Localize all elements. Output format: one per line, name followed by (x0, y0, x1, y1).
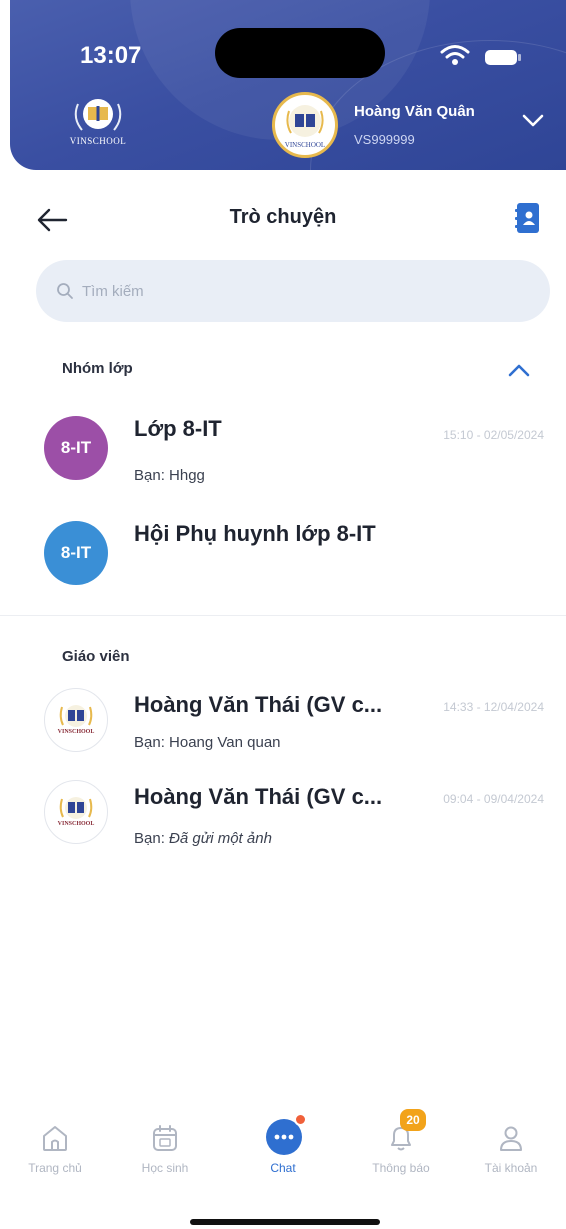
calendar-icon (153, 1125, 177, 1151)
home-icon (43, 1126, 67, 1151)
status-time: 13:07 (80, 42, 142, 69)
wifi-icon (440, 45, 470, 65)
bottom-tab-bar: Trang chủ Học sinh Chat 20 Thông báo Tài… (0, 1105, 566, 1229)
chat-name: Lớp 8-IT (134, 416, 222, 441)
chat-item-teacher[interactable]: VINSCHOOL Hoàng Văn Thái (GV c... 14:33 … (0, 680, 566, 772)
tab-label: Học sinh (141, 1161, 189, 1175)
dynamic-island (215, 28, 385, 78)
home-indicator (190, 1219, 380, 1225)
chat-name: Hoàng Văn Thái (GV c... (134, 784, 383, 809)
chat-name: Hội Phụ huynh lớp 8-IT (134, 521, 376, 546)
teacher-avatar: VINSCHOOL (44, 688, 108, 752)
school-crest-icon (74, 99, 122, 131)
preview-text: Đã gửi một ảnh (169, 830, 272, 847)
tab-label: Trang chủ (28, 1161, 82, 1175)
page-title: Trò chuyện (229, 206, 337, 228)
school-crest-icon: VINSCHOOL (58, 797, 95, 827)
user-code: VS999999 (354, 132, 415, 147)
teacher-avatar: VINSCHOOL (44, 780, 108, 844)
chat-item-class-8it[interactable]: 8-IT Lớp 8-IT 15:10 - 02/05/2024 Bạn: Hh… (0, 410, 566, 502)
tab-chat[interactable]: Chat (238, 1113, 328, 1215)
school-logo: VINSCHOOL (58, 92, 138, 154)
teacher-avatar-text: VINSCHOOL (58, 821, 95, 827)
search-bar[interactable] (36, 260, 550, 322)
teacher-avatar-text: VINSCHOOL (58, 729, 95, 735)
unread-dot (294, 1113, 307, 1126)
tab-label: Thông báo (372, 1161, 430, 1175)
chat-time: 15:10 - 02/05/2024 (443, 428, 544, 442)
app-header: 13:07 VINSCHOOL VINSCHOOL Hoàng Văn Quân… (10, 0, 566, 170)
search-icon (57, 283, 73, 299)
chat-time: 14:33 - 12/04/2024 (443, 700, 544, 714)
chat-item-teacher[interactable]: VINSCHOOL Hoàng Văn Thái (GV c... 09:04 … (0, 772, 566, 864)
preview-prefix: Bạn: (134, 830, 165, 847)
chevron-up-icon[interactable] (508, 363, 530, 377)
chat-time: 09:04 - 09/04/2024 (443, 792, 544, 806)
user-name: Hoàng Văn Quân (354, 103, 475, 120)
section-title-teachers: Giáo viên (62, 648, 130, 665)
preview-prefix: Bạn: (134, 467, 165, 484)
chat-preview: Bạn: Hoang Van quan (134, 734, 281, 751)
group-avatar: 8-IT (44, 416, 108, 480)
tab-home[interactable]: Trang chủ (10, 1115, 100, 1215)
contacts-book-icon[interactable] (515, 202, 541, 234)
tab-notifications[interactable]: 20 Thông báo (356, 1109, 446, 1215)
preview-prefix: Bạn: (134, 734, 165, 751)
preview-text: Hoang Van quan (169, 734, 281, 751)
notification-badge: 20 (400, 1109, 426, 1131)
section-divider (0, 615, 566, 616)
user-icon (500, 1126, 522, 1151)
battery-icon (485, 50, 521, 65)
tab-students[interactable]: Học sinh (120, 1115, 210, 1215)
chevron-down-icon[interactable] (522, 114, 544, 128)
school-logo-text: VINSCHOOL (69, 136, 127, 146)
avatar-school-text: VINSCHOOL (284, 141, 326, 149)
chat-preview: Bạn: Đã gửi một ảnh (134, 830, 272, 847)
tab-account[interactable]: Tài khoản (466, 1115, 556, 1215)
tab-label: Chat (270, 1161, 296, 1175)
search-input[interactable] (82, 272, 522, 310)
chat-screen: 13:07 VINSCHOOL VINSCHOOL Hoàng Văn Quân… (0, 0, 566, 1229)
user-avatar[interactable]: VINSCHOOL (272, 92, 338, 158)
preview-text: Hhgg (169, 467, 205, 484)
chat-name: Hoàng Văn Thái (GV c... (134, 692, 383, 717)
school-crest-icon: VINSCHOOL (58, 705, 95, 735)
chat-preview: Bạn: Hhgg (134, 467, 205, 484)
group-avatar: 8-IT (44, 521, 108, 585)
chat-item-parents-8it[interactable]: 8-IT Hội Phụ huynh lớp 8-IT (0, 505, 566, 597)
tab-label: Tài khoản (484, 1161, 538, 1175)
school-crest-icon (286, 105, 324, 137)
section-title-class-groups: Nhóm lớp (62, 360, 133, 377)
